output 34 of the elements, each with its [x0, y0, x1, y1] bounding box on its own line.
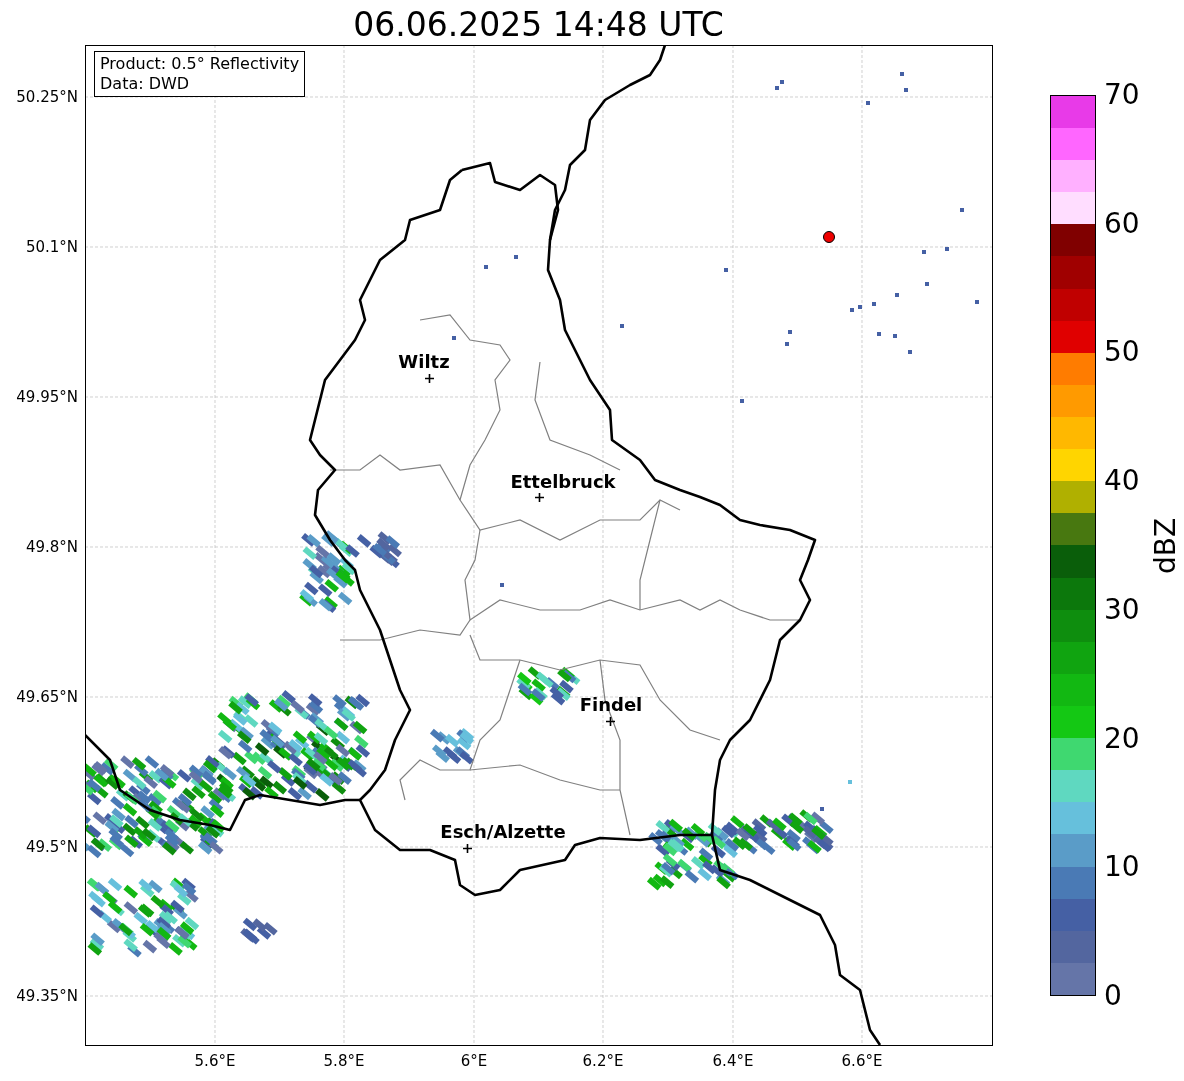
axis-tick-label: 50.1°N	[25, 238, 78, 256]
city-marker-icon	[535, 493, 544, 502]
info-text: Product: 0.5° Reflectivity	[100, 54, 300, 74]
axis-tick-label: 6.2°E	[582, 1052, 624, 1070]
colorbar-tick-label: 60	[1104, 207, 1140, 240]
info-text: Data: DWD	[100, 74, 191, 94]
axis-tick-label: 49.95°N	[16, 388, 78, 406]
axis-tick-label: 6°E	[460, 1052, 488, 1070]
colorbar-tick-label: 30	[1104, 593, 1140, 626]
colorbar-label: dBZ	[1150, 517, 1183, 575]
city-marker-icon	[606, 717, 615, 726]
city-label: Findel	[579, 694, 643, 716]
axis-tick-label: 50.25°N	[16, 88, 78, 106]
colorbar-tick-label: 10	[1104, 851, 1140, 884]
axis-tick-label: 49.35°N	[16, 987, 78, 1005]
colorbar-tick-label: 70	[1104, 79, 1140, 111]
location-marker	[823, 231, 835, 243]
axis-tick-label: 6.4°E	[712, 1052, 754, 1070]
city-marker-icon	[463, 844, 472, 853]
axis-tick-label: 5.8°E	[323, 1052, 365, 1070]
city-label: Wiltz	[398, 351, 450, 373]
colorbar-tick-label: 50	[1104, 336, 1140, 369]
axis-tick-label: 49.5°N	[25, 838, 78, 856]
colorbar-tick-label: 20	[1104, 722, 1140, 755]
city-marker-icon	[425, 374, 434, 383]
chart-title: 06.06.2025 14:48 UTC	[352, 4, 725, 46]
axis-tick-label: 5.6°E	[194, 1052, 236, 1070]
colorbar-tick-label: 0	[1104, 980, 1122, 1012]
city-label: Ettelbruck	[510, 471, 616, 493]
colorbar-tick-label: 40	[1104, 465, 1140, 498]
axis-tick-label: 49.65°N	[16, 688, 78, 706]
axis-tick-label: 49.8°N	[25, 538, 78, 556]
city-label: Esch/Alzette	[440, 821, 566, 843]
axis-tick-label: 6.6°E	[841, 1052, 883, 1070]
